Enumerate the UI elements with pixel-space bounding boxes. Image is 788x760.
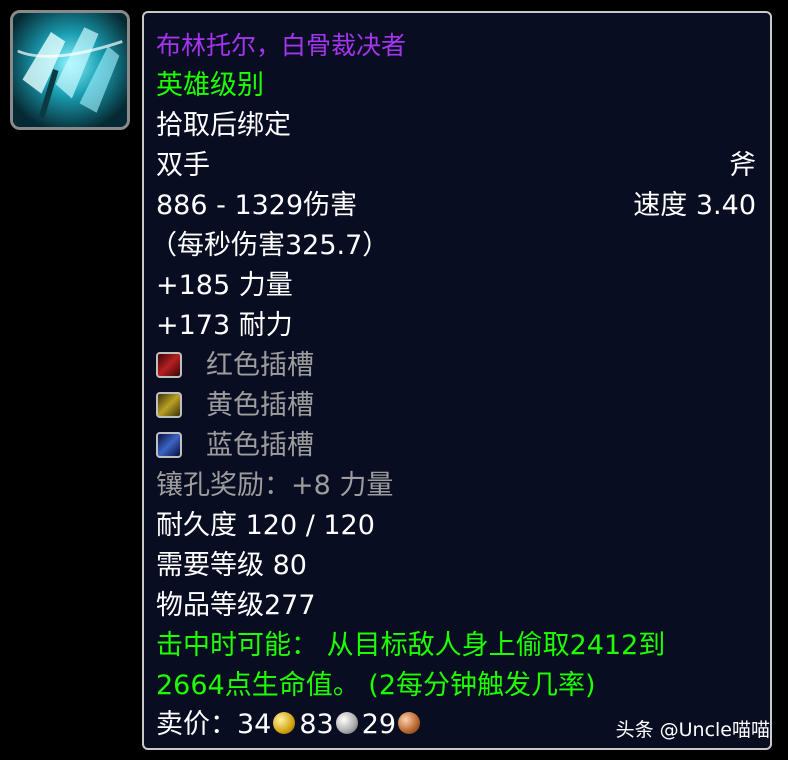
item-stat-stamina: +173 耐力 — [156, 310, 293, 341]
item-proc-line2: 2664点生命值。 (2每分钟触发几率) — [156, 670, 596, 701]
socket-bonus: 镶孔奖励：+8 力量 — [156, 470, 394, 501]
item-name: 布林托尔，白骨裁决者 — [156, 31, 407, 60]
socket-yellow-row: 黄色插槽 — [156, 389, 756, 423]
item-damage-row: 886 - 1329伤害 速度 3.40 — [156, 189, 756, 223]
item-type: 斧 — [729, 150, 756, 181]
item-binding: 拾取后绑定 — [156, 110, 291, 141]
socket-red-label: 红色插槽 — [206, 350, 314, 381]
item-level: 物品等级277 — [156, 590, 316, 621]
item-speed: 速度 3.40 — [633, 190, 756, 221]
socket-red-row: 红色插槽 — [156, 349, 756, 383]
socket-yellow-label: 黄色插槽 — [206, 390, 314, 421]
socket-blue-row: 蓝色插槽 — [156, 429, 756, 463]
item-tooltip: 布林托尔，白骨裁决者 英雄级别 拾取后绑定 双手 斧 886 - 1329伤害 … — [142, 11, 772, 750]
axe-item-icon-art — [13, 13, 127, 127]
item-slot-row: 双手 斧 — [156, 149, 756, 183]
sell-copper-value: 29 — [361, 709, 397, 740]
yellow-socket-icon — [156, 391, 182, 418]
red-socket-icon — [156, 351, 182, 378]
sell-price-label: 卖价： — [156, 709, 237, 740]
socket-blue-label: 蓝色插槽 — [206, 430, 314, 461]
sell-gold-value: 34 — [237, 709, 272, 740]
blue-socket-icon — [156, 431, 182, 458]
axe-item-icon[interactable] — [10, 10, 130, 130]
gold-coin-icon — [273, 711, 296, 734]
item-durability: 耐久度 120 / 120 — [156, 510, 375, 541]
copper-coin-icon — [398, 711, 421, 734]
item-proc-line1: 击中时可能： 从目标敌人身上偷取2412到 — [156, 630, 666, 661]
watermark: 头条 @Uncle喵喵 — [615, 719, 770, 741]
item-required-level: 需要等级 80 — [156, 550, 307, 581]
item-quality: 英雄级别 — [156, 70, 264, 101]
silver-coin-icon — [335, 711, 358, 734]
item-dps: （每秒伤害325.7） — [150, 230, 390, 261]
item-stat-strength: +185 力量 — [156, 270, 293, 301]
item-slot: 双手 — [156, 150, 210, 181]
sell-silver-value: 83 — [299, 709, 334, 740]
item-damage: 886 - 1329伤害 — [156, 190, 358, 221]
